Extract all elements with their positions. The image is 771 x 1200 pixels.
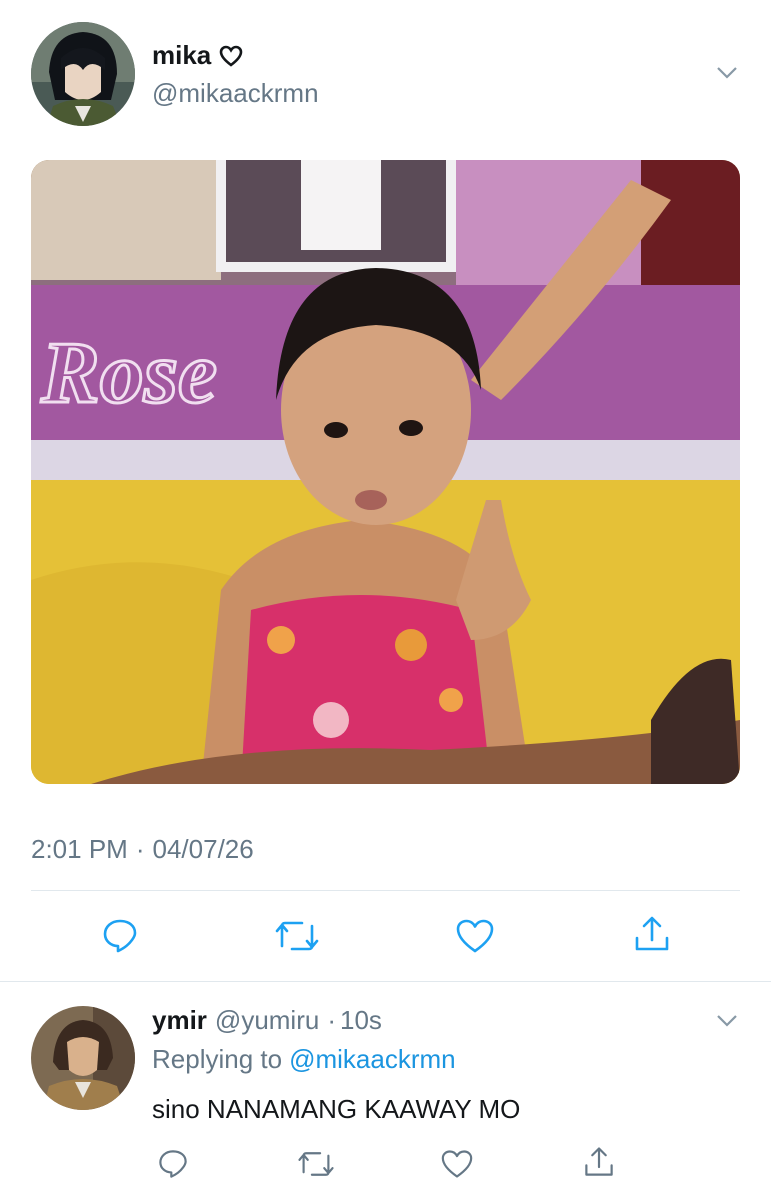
divider [31,890,740,891]
display-name[interactable]: mika [152,40,211,71]
like-icon[interactable] [455,918,495,954]
like-icon[interactable] [440,1149,474,1179]
retweet-icon[interactable] [274,918,320,954]
tweet-date: 04/07/26 [152,834,254,864]
reply-avatar[interactable] [31,1006,135,1110]
share-icon[interactable] [583,1145,615,1179]
separator: · [135,834,145,864]
tweet-time: 2:01 PM [31,834,128,864]
replying-prefix: Replying to [152,1044,283,1074]
retweet-icon[interactable] [297,1149,335,1179]
user-handle[interactable]: @mikaackrmn [152,78,319,109]
banner-text: Rose [40,325,217,422]
avatar[interactable] [31,22,135,126]
chevron-down-icon[interactable] [716,1014,738,1028]
heart-outline-icon [219,45,243,67]
separator: · [327,1005,336,1035]
reply-handle[interactable]: @yumiru [215,1005,319,1036]
reply-display-name[interactable]: ymir [152,1005,207,1036]
divider [0,981,771,982]
reply-icon[interactable] [157,1148,189,1180]
tweet-timestamp[interactable]: 2:01 PM · 04/07/26 [31,834,254,865]
reply-text: sino NANAMANG KAAWAY MO [152,1094,521,1124]
replying-to-link[interactable]: @mikaackrmn [289,1044,456,1075]
replying-to-line: Replying to @mikaackrmn [152,1044,456,1075]
share-icon[interactable] [633,914,671,954]
chevron-down-icon[interactable] [716,66,738,80]
reply-icon[interactable] [101,917,139,955]
tweet-photo[interactable]: Rose [31,160,740,784]
reply-age[interactable]: 10s [340,1005,382,1036]
